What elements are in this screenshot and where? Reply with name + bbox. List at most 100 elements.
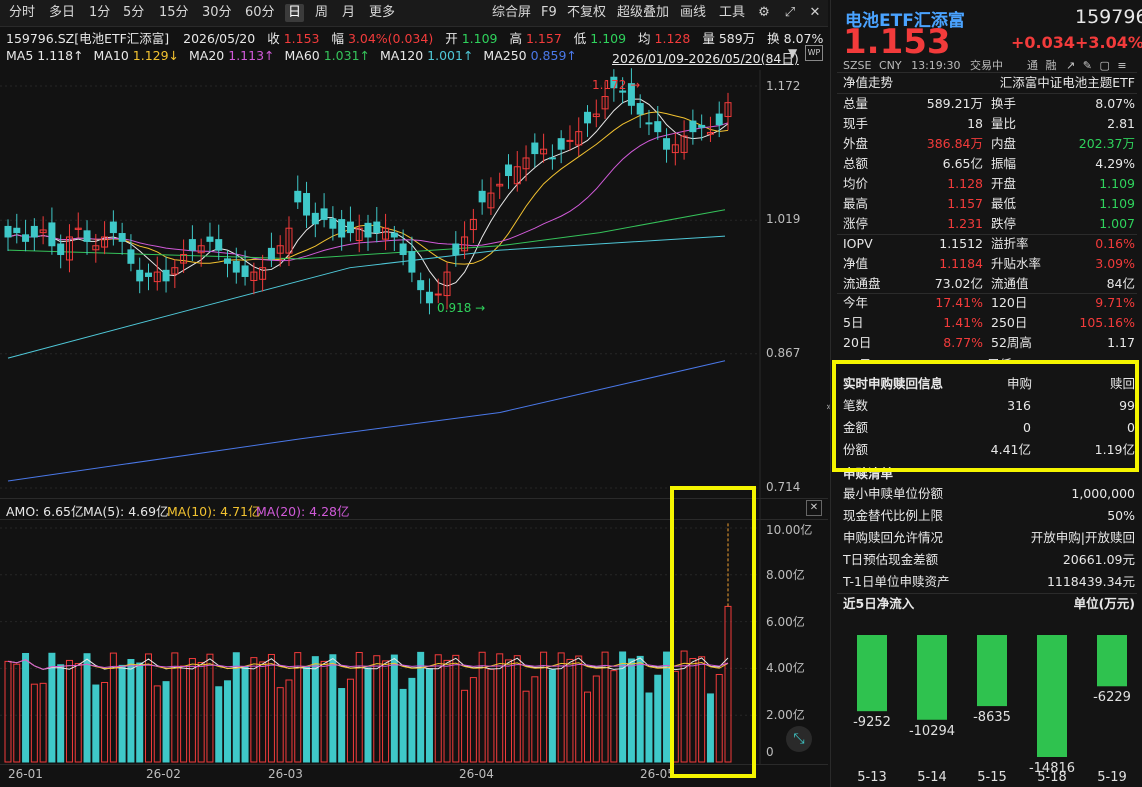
volume-bar — [22, 652, 30, 763]
list-row-2: 申购赎回允许情况 开放申购|开放赎回 — [843, 530, 1135, 545]
volume-bar — [294, 652, 302, 763]
volume-bar — [74, 663, 82, 763]
volume-bar — [303, 666, 311, 763]
volume-bar — [127, 658, 135, 763]
volume-bar — [215, 686, 223, 763]
volume-bar — [65, 659, 73, 763]
high-annotation: 1.172 → — [592, 78, 641, 92]
last-price: 1.153 — [843, 22, 951, 62]
volume-bar — [101, 681, 109, 763]
close-subchart-icon[interactable]: ✕ — [806, 500, 822, 516]
volume-bar — [39, 682, 47, 763]
volume-bars — [4, 523, 732, 763]
volume-bar — [417, 651, 425, 763]
candle-body — [698, 124, 706, 128]
candle-body — [346, 221, 354, 234]
zoom-icon[interactable]: ⤡ — [786, 726, 812, 752]
vol-tick-3: 6.00亿 — [766, 615, 805, 629]
candle-body — [241, 265, 249, 277]
inflow-date-1: 5-14 — [917, 770, 947, 785]
volume-bar — [136, 662, 144, 763]
volume-bar — [118, 664, 126, 763]
volume-bar — [373, 655, 381, 763]
volume-bar — [180, 665, 188, 763]
candle-body — [30, 225, 38, 238]
price-change: +0.034 — [1011, 33, 1076, 52]
volume-bar — [4, 660, 12, 763]
volume-bar — [153, 685, 161, 763]
volume-bar — [355, 651, 363, 763]
candle-body — [452, 243, 460, 256]
inflow-bar-5-15 — [977, 635, 1007, 707]
volume-bar — [13, 663, 21, 763]
candle-body — [48, 222, 56, 247]
candle-body — [232, 260, 240, 273]
volume-bar — [627, 658, 635, 763]
stats3-row-2: 20日 8.77% 52周高 1.17 — [843, 335, 1135, 350]
candle-body — [715, 113, 723, 126]
inflow-value-0: -9252 — [853, 715, 891, 731]
price-ma-lines — [7, 98, 729, 482]
x-tick-2: 26-02 — [146, 767, 181, 781]
volume-bar — [241, 666, 249, 763]
volume-bar — [496, 653, 504, 763]
volume-bar — [285, 679, 293, 763]
candle-body — [408, 251, 416, 273]
volume-bar — [531, 676, 539, 763]
menu-icon[interactable]: ≡ — [1117, 59, 1126, 72]
volume-bar — [443, 659, 451, 763]
volume-bar — [575, 655, 583, 763]
volume-bar — [469, 677, 477, 763]
list-row-0: 最小申赎单位份额 1,000,000 — [843, 486, 1135, 501]
fund-code: 159796 — [1075, 6, 1142, 28]
candle-body — [144, 272, 152, 277]
candle-body — [645, 122, 653, 125]
price-tick-2: 1.019 — [766, 212, 801, 226]
candle-body — [390, 232, 398, 238]
currency: CNY — [878, 59, 902, 72]
volume-bar — [92, 684, 100, 763]
volume-bar — [250, 657, 258, 763]
volume-bar — [144, 653, 152, 763]
vol-tick-4: 4.00亿 — [766, 661, 805, 675]
edit-icon[interactable]: ✎ — [1083, 59, 1092, 72]
nav-trend-label[interactable]: 净值走势 — [843, 73, 893, 93]
x-tick-1: 26-01 — [8, 767, 43, 781]
volume-bar — [311, 656, 319, 763]
candle-body — [162, 269, 170, 282]
candle-body — [118, 233, 126, 242]
x-tick-3: 26-03 — [268, 767, 303, 781]
inflow-value-4: -6229 — [1093, 690, 1131, 706]
candle-body — [689, 120, 697, 133]
volume-bar — [206, 653, 214, 763]
inflow-value-1: -10294 — [908, 723, 956, 739]
vol-tick-6: 0 — [766, 745, 774, 759]
volume-bar — [390, 654, 398, 763]
share-icon[interactable]: ↗ — [1066, 59, 1075, 72]
stats-row-5: 最高 1.157 最低 1.109 — [843, 196, 1135, 211]
price-tick-4: 0.714 — [766, 480, 801, 494]
ma250-line — [7, 360, 726, 482]
volume-bar — [197, 661, 205, 763]
market-info: SZSE CNY 13:19:30 交易中 — [843, 57, 1003, 73]
flags: 通 融 ↗ ✎ ▢ ≡ — [1027, 57, 1127, 73]
stats3-row-0: 今年 17.41% 120日 9.71% — [843, 295, 1135, 310]
volume-bar — [584, 691, 592, 763]
candle-body — [417, 280, 425, 291]
volume-bar — [434, 654, 442, 763]
candle-body — [504, 164, 512, 177]
lock-icon[interactable]: ▢ — [1099, 59, 1109, 72]
nav-row[interactable]: 净值走势 汇添富中证电池主题ETF — [831, 73, 1135, 93]
price-change-pct: +3.04% — [1075, 33, 1142, 52]
vol-tick-5: 2.00亿 — [766, 708, 805, 722]
volume-bar — [645, 692, 653, 763]
volume-bar — [636, 655, 644, 763]
volume-bar — [548, 669, 556, 763]
candle-body — [13, 227, 21, 234]
candle-body — [566, 139, 574, 142]
candle-body — [57, 243, 65, 256]
price-tick-1: 1.172 — [766, 79, 801, 93]
volume-bar — [162, 681, 170, 763]
amo-ma20: MA(20): 4.28亿 — [256, 504, 350, 519]
volume-bar — [171, 652, 179, 763]
